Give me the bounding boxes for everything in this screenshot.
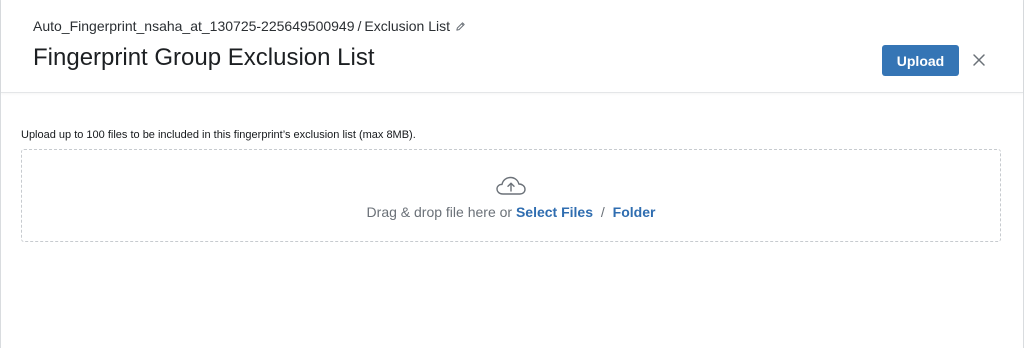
close-icon — [973, 54, 985, 66]
select-files-link[interactable]: Select Files — [516, 204, 593, 220]
cloud-upload-icon — [496, 176, 526, 195]
file-dropzone[interactable]: Drag & drop file here or Select Files / … — [21, 149, 1001, 242]
select-folder-link[interactable]: Folder — [613, 204, 656, 220]
upload-button[interactable]: Upload — [882, 45, 959, 76]
upload-instructions: Upload up to 100 files to be included in… — [21, 129, 416, 141]
dropzone-separator: / — [600, 204, 605, 220]
exclusion-list-dialog: Auto_Fingerprint_nsaha_at_130725-2256495… — [0, 0, 1024, 348]
breadcrumb-fingerprint-name[interactable]: Auto_Fingerprint_nsaha_at_130725-2256495… — [33, 18, 355, 34]
breadcrumb-separator: / — [357, 18, 362, 34]
dialog-header: Auto_Fingerprint_nsaha_at_130725-2256495… — [1, 0, 1023, 93]
page-title: Fingerprint Group Exclusion List — [33, 44, 375, 71]
breadcrumb: Auto_Fingerprint_nsaha_at_130725-2256495… — [33, 18, 466, 34]
dropzone-prompt: Drag & drop file here or — [366, 204, 516, 220]
close-button[interactable] — [969, 50, 989, 70]
dropzone-text: Drag & drop file here or Select Files / … — [22, 204, 1000, 220]
breadcrumb-current: Exclusion List — [364, 18, 450, 34]
pencil-icon[interactable] — [455, 21, 466, 32]
